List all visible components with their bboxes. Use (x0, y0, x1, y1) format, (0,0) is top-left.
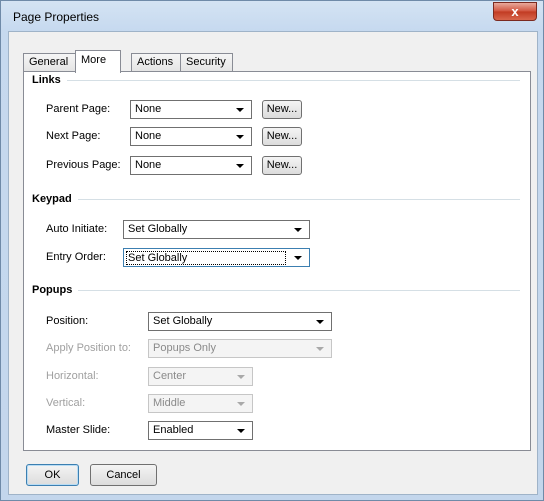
links-heading: Links (32, 74, 67, 86)
chevron-down-icon (236, 164, 244, 168)
auto-initiate-select[interactable]: Set Globally (123, 220, 310, 239)
previous-page-select[interactable]: None (130, 156, 252, 175)
chevron-down-icon (316, 320, 324, 324)
chevron-down-icon (316, 347, 324, 351)
popups-divider (76, 290, 520, 291)
horizontal-label: Horizontal: (46, 370, 99, 382)
parent-page-select[interactable]: None (130, 100, 252, 119)
ok-button[interactable]: OK (26, 464, 79, 486)
apply-position-to-label: Apply Position to: (46, 342, 131, 354)
parent-page-new-button[interactable]: New... (262, 100, 302, 119)
tab-more[interactable]: More (75, 50, 121, 73)
vertical-select: Middle (148, 394, 253, 413)
previous-page-new-button[interactable]: New... (262, 156, 302, 175)
close-icon: x (511, 4, 519, 19)
title-bar[interactable]: Page Properties x (1, 1, 543, 31)
entry-order-select[interactable]: Set Globally (123, 248, 310, 267)
tab-general[interactable]: General (23, 53, 76, 72)
vertical-label: Vertical: (46, 397, 86, 409)
close-button[interactable]: x (493, 2, 537, 21)
chevron-down-icon (236, 135, 244, 139)
tab-panel-more: Links Parent Page: None New... Next Page… (23, 71, 531, 451)
popups-heading: Popups (32, 284, 79, 296)
entry-order-label: Entry Order: (46, 251, 106, 263)
chevron-down-icon (237, 375, 245, 379)
links-divider (60, 80, 520, 81)
chevron-down-icon (294, 228, 302, 232)
chevron-down-icon (237, 429, 245, 433)
next-page-label: Next Page: (46, 130, 101, 142)
tab-actions[interactable]: Actions (131, 53, 181, 72)
dialog-client-area: General More Actions Security Links Pare… (8, 31, 538, 495)
cancel-button[interactable]: Cancel (90, 464, 157, 486)
parent-page-label: Parent Page: (46, 103, 111, 115)
position-select[interactable]: Set Globally (148, 312, 332, 331)
horizontal-select: Center (148, 367, 253, 386)
master-slide-select[interactable]: Enabled (148, 421, 253, 440)
keypad-heading: Keypad (32, 193, 78, 205)
position-label: Position: (46, 315, 89, 327)
auto-initiate-label: Auto Initiate: (46, 223, 108, 235)
window-title: Page Properties (13, 10, 100, 24)
previous-page-label: Previous Page: (46, 159, 121, 171)
page-properties-dialog: Page Properties x General More Actions S… (0, 0, 544, 501)
next-page-new-button[interactable]: New... (262, 127, 302, 146)
apply-position-to-select: Popups Only (148, 339, 332, 358)
chevron-down-icon (237, 402, 245, 406)
tab-security[interactable]: Security (180, 53, 233, 72)
master-slide-label: Master Slide: (46, 424, 111, 436)
chevron-down-icon (294, 256, 302, 260)
chevron-down-icon (236, 108, 244, 112)
next-page-select[interactable]: None (130, 127, 252, 146)
keypad-divider (74, 199, 520, 200)
